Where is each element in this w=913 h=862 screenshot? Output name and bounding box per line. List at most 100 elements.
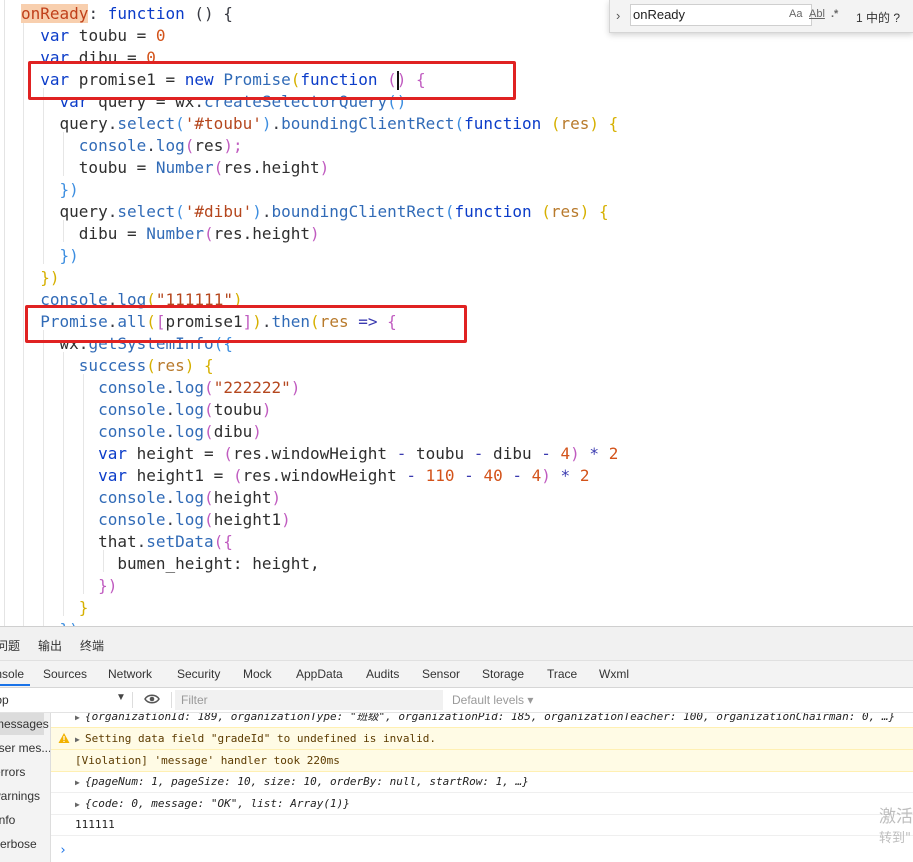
console-row[interactable]: ▶ {pageNum: 1, pageSize: 10, size: 10, or… <box>51 771 913 793</box>
tab-network[interactable]: Network <box>108 667 152 681</box>
code-token: ( <box>213 158 224 177</box>
tab-storage[interactable]: Storage <box>482 667 524 681</box>
code-token: . <box>261 202 272 221</box>
tab-sensor[interactable]: Sensor <box>422 667 460 681</box>
code-token: console <box>98 422 166 441</box>
code-token: query <box>59 114 108 133</box>
code-editor[interactable]: onReady: function () { var toubu = 0 var… <box>0 0 913 626</box>
code-token: setData <box>146 532 214 551</box>
code-token: ) <box>261 400 272 419</box>
code-line: toubu = Number(res.height) <box>21 157 329 179</box>
code-line: onReady: function () { <box>21 3 233 25</box>
sidebar-item-verbose[interactable]: verbose <box>0 833 44 855</box>
code-line: } <box>21 597 89 619</box>
tab-security[interactable]: Security <box>177 667 220 681</box>
code-token: Number <box>146 224 205 243</box>
log-levels-dropdown[interactable]: Default levels ▾ <box>452 693 533 707</box>
code-token: ( <box>204 224 214 243</box>
code-token: . <box>107 202 118 221</box>
watermark-text: 激活 <box>879 807 913 827</box>
code-token: function <box>464 114 542 133</box>
sidebar-item-warnings[interactable]: warnings <box>0 785 42 807</box>
code-token: console <box>98 378 166 397</box>
code-token: ) <box>589 114 600 133</box>
red-annotation-box-promise1 <box>28 61 516 100</box>
toolbar-divider <box>132 692 133 708</box>
code-token: . <box>165 510 176 529</box>
code-token: ) <box>271 488 282 507</box>
sidebar-item-messages[interactable]: messages <box>0 713 49 735</box>
code-line: var height = (res.windowHeight - toubu -… <box>21 443 618 465</box>
find-result-count: 1 中的 ? <box>856 11 901 25</box>
code-token: { <box>589 202 609 221</box>
code-token: { <box>599 114 619 133</box>
code-token: res <box>560 114 590 133</box>
code-token: onReady <box>21 4 89 23</box>
code-token: res <box>194 136 224 155</box>
code-token: height1 = <box>126 466 233 485</box>
toolbar-divider <box>171 692 172 708</box>
code-token: * <box>579 444 609 463</box>
expand-triangle-icon[interactable]: ▶ <box>75 729 85 750</box>
code-token: { <box>194 356 214 375</box>
code-token: res <box>155 356 185 375</box>
tab-console[interactable]: Console <box>0 667 24 681</box>
find-input[interactable]: onReady <box>630 4 812 26</box>
chevron-right-icon[interactable]: › <box>616 8 620 23</box>
filter-input[interactable]: Filter <box>175 690 443 710</box>
code-token: ( <box>146 356 156 375</box>
match-case-toggle[interactable]: Aa <box>789 8 802 20</box>
code-token: var <box>98 444 127 463</box>
code-line: query.select('#toubu').boundingClientRec… <box>21 113 619 135</box>
tab-trace[interactable]: Trace <box>547 667 577 681</box>
expand-triangle-icon[interactable]: ▶ <box>75 713 85 728</box>
console-row[interactable]: ▶ {organizationId: 189, organizationType:… <box>51 713 913 728</box>
code-token: boundingClientRect <box>271 202 445 221</box>
code-token: * <box>550 466 580 485</box>
tab-problems[interactable]: 问题 <box>0 637 20 654</box>
eye-icon[interactable] <box>144 692 160 706</box>
sidebar-item-user-messages[interactable]: user mes... <box>0 737 50 759</box>
sidebar-item-info[interactable]: info <box>0 809 46 831</box>
regex-toggle[interactable]: .* <box>831 8 838 20</box>
tab-sources[interactable]: Sources <box>43 667 87 681</box>
tab-audits[interactable]: Audits <box>366 667 399 681</box>
active-tab-indicator <box>0 684 30 686</box>
code-token: "222222" <box>213 378 291 397</box>
tab-output[interactable]: 输出 <box>38 637 62 654</box>
console-filter-bar: top ▼ Filter Default levels ▾ <box>0 688 913 713</box>
tab-mock[interactable]: Mock <box>243 667 272 681</box>
tab-terminal[interactable]: 终端 <box>80 637 104 654</box>
code-token: }) <box>98 576 118 595</box>
code-line: var toubu = 0 <box>21 25 165 47</box>
code-token: log <box>175 400 205 419</box>
code-token: Number <box>155 158 214 177</box>
sidebar-item-errors[interactable]: errors <box>0 761 44 783</box>
code-token: var <box>98 466 127 485</box>
whole-word-toggle[interactable]: Abl <box>809 8 825 20</box>
expand-triangle-icon[interactable]: ▶ <box>75 772 85 793</box>
code-token: toubu <box>213 400 262 419</box>
console-log-text: 111111 <box>75 818 115 831</box>
code-token: - <box>541 444 551 463</box>
devtools-panel: 问题 输出 终端 Console Sources Network Securit… <box>0 626 913 862</box>
console-row[interactable]: ▶ {code: 0, message: "OK", list: Array(1)… <box>51 793 913 815</box>
console-prompt[interactable]: › <box>59 843 67 858</box>
code-token: ({ <box>213 532 233 551</box>
code-token: 4 <box>531 466 542 485</box>
code-token: '#dibu' <box>184 202 253 221</box>
dropdown-arrow-icon[interactable]: ▼ <box>116 692 126 703</box>
tab-wxml[interactable]: Wxml <box>599 667 629 681</box>
code-token: ) <box>310 224 320 243</box>
tab-appdata[interactable]: AppData <box>296 667 343 681</box>
console-row-warning[interactable]: ▶ Setting data field "gradeId" to undefin… <box>51 727 913 750</box>
expand-triangle-icon[interactable]: ▶ <box>75 794 85 815</box>
context-selector[interactable]: top <box>0 693 9 707</box>
